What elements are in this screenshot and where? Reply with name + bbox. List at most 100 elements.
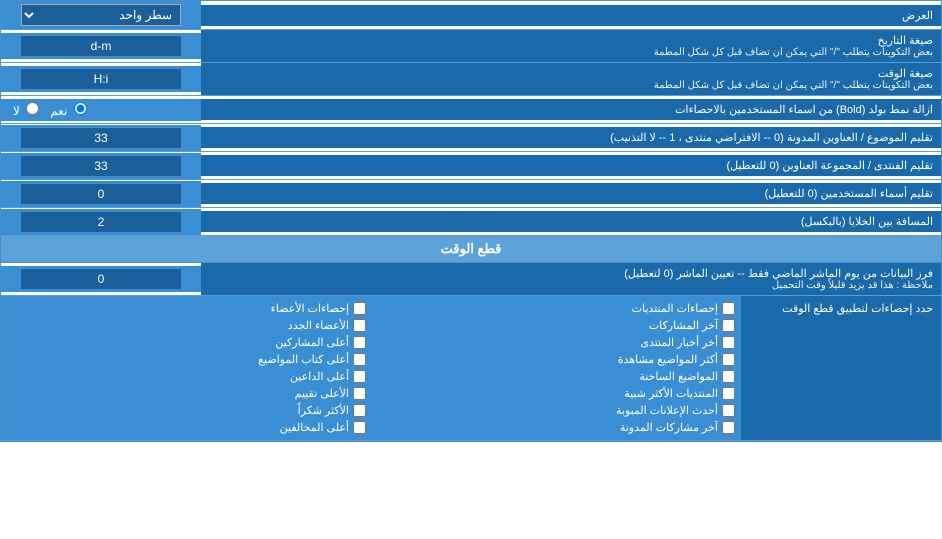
time-format-sub: بعض التكوينات يتطلب "/" التي يمكن ان تضا… [209, 80, 933, 91]
display-select[interactable]: سطر واحد سطرين ثلاثة أسطر [21, 4, 181, 26]
date-format-row: صيغة التاريخ بعض التكوينات يتطلب "/" الت… [1, 30, 941, 63]
bold-label: ازالة نمط بولد (Bold) من اسماء المستخدمي… [201, 99, 941, 120]
users-trim-row: تقليم أسماء المستخدمين (0 للتعطيل) [1, 180, 941, 208]
checkboxes-section: حدد إحصاءات لتطبيق قطع الوقت إحصاءات الم… [1, 296, 941, 441]
list-item: أعلى المشاركين [7, 336, 366, 349]
list-item: إحصاءات المنتديات [376, 302, 735, 315]
date-format-sub: بعض التكوينات يتطلب "/" التي يمكن ان تضا… [209, 47, 933, 58]
cb-forum-news-label: أخر أخبار المنتدى [640, 336, 718, 349]
cb-blog-posts-label: آخر مشاركات المدونة [620, 421, 718, 434]
cell-spacing-input-area [1, 209, 201, 235]
list-item: أكثر المواضيع مشاهدة [376, 353, 735, 366]
time-format-title: صيغة الوقت [209, 67, 933, 80]
cb-top-violators[interactable] [353, 421, 366, 434]
display-row: العرض سطر واحد سطرين ثلاثة أسطر [1, 1, 941, 30]
time-format-input[interactable] [21, 69, 181, 89]
time-format-row: صيغة الوقت بعض التكوينات يتطلب "/" التي … [1, 63, 941, 96]
cb-member-stats[interactable] [353, 302, 366, 315]
bold-radio-area: نعم لا [1, 99, 201, 121]
cb-most-viewed[interactable] [722, 353, 735, 366]
list-item: آخر المشاركات [376, 319, 735, 332]
cutoff-row: فرز البيانات من يوم الماشر الماضي فقط --… [1, 263, 941, 296]
cutoff-row-text2: ملاحظة : هذا قد يزيد قليلاً وقت التحميل [209, 280, 933, 291]
cb-top-inviters-label: أعلى الداعين [290, 370, 349, 383]
display-label: العرض [201, 5, 941, 26]
cb-forum-news[interactable] [722, 336, 735, 349]
checkboxes-col2: إحصاءات الأعضاء الأعضاء الجدد أعلى المشا… [7, 302, 366, 434]
time-format-input-area [1, 66, 201, 92]
time-format-label: صيغة الوقت بعض التكوينات يتطلب "/" التي … [201, 63, 941, 95]
checkboxes-area: إحصاءات المنتديات آخر المشاركات أخر أخبا… [1, 296, 741, 440]
topic-trim-input[interactable] [21, 128, 181, 148]
bold-no-radio[interactable] [26, 102, 39, 115]
date-format-label: صيغة التاريخ بعض التكوينات يتطلب "/" الت… [201, 30, 941, 62]
list-item: الأعلى تقييم [7, 387, 366, 400]
cb-most-thanked[interactable] [353, 404, 366, 417]
bold-yes-radio[interactable] [74, 102, 87, 115]
cell-spacing-input[interactable] [21, 212, 181, 232]
list-item: الأعضاء الجدد [7, 319, 366, 332]
cb-hot-topics[interactable] [722, 370, 735, 383]
users-trim-label: تقليم أسماء المستخدمين (0 للتعطيل) [201, 183, 941, 204]
cb-similar-forums[interactable] [722, 387, 735, 400]
cb-forum-stats-label: إحصاءات المنتديات [632, 302, 718, 315]
cb-classified-ads-label: أحدث الإعلانات المبوبة [616, 404, 718, 417]
cb-last-posts-label: آخر المشاركات [649, 319, 718, 332]
users-trim-input[interactable] [21, 184, 181, 204]
cb-classified-ads[interactable] [722, 404, 735, 417]
date-format-title: صيغة التاريخ [209, 34, 933, 47]
list-item: المنتديات الأكثر شبية [376, 387, 735, 400]
cb-top-inviters[interactable] [353, 370, 366, 383]
cb-member-stats-label: إحصاءات الأعضاء [271, 302, 349, 315]
list-item: أعلى كتاب المواضيع [7, 353, 366, 366]
cb-top-rated-label: الأعلى تقييم [295, 387, 349, 400]
users-trim-input-area [1, 181, 201, 207]
main-container: العرض سطر واحد سطرين ثلاثة أسطر صيغة الت… [0, 0, 942, 442]
cell-spacing-label: المسافة بين الخلايا (بالبكسل) [201, 211, 941, 232]
bold-yes-text: نعم [50, 104, 67, 118]
cb-top-topic-writers-label: أعلى كتاب المواضيع [258, 353, 349, 366]
date-format-input[interactable] [21, 36, 181, 56]
display-dropdown-area: سطر واحد سطرين ثلاثة أسطر [1, 1, 201, 29]
date-format-input-area [1, 33, 201, 59]
topic-trim-row: تقليم الموضوع / العناوين المدونة (0 -- ا… [1, 124, 941, 152]
cb-new-members[interactable] [353, 319, 366, 332]
bold-yes-label: نعم [50, 102, 89, 118]
bold-no-text: لا [13, 104, 20, 118]
cell-spacing-row: المسافة بين الخلايا (بالبكسل) [1, 208, 941, 236]
cb-new-members-label: الأعضاء الجدد [288, 319, 349, 332]
bold-row: ازالة نمط بولد (Bold) من اسماء المستخدمي… [1, 96, 941, 124]
cutoff-row-label: فرز البيانات من يوم الماشر الماضي فقط --… [201, 263, 941, 295]
cb-hot-topics-label: المواضيع الساخنة [639, 370, 718, 383]
cutoff-section-header: قطع الوقت [1, 236, 941, 263]
topic-trim-input-area [1, 125, 201, 151]
forum-trim-row: تقليم الفنتدى / المجموعة العناوين (0 للت… [1, 152, 941, 180]
list-item: أعلى الداعين [7, 370, 366, 383]
cutoff-input-area [1, 266, 201, 292]
cb-similar-forums-label: المنتديات الأكثر شبية [624, 387, 718, 400]
forum-trim-input-area [1, 153, 201, 179]
topic-trim-label: تقليم الموضوع / العناوين المدونة (0 -- ا… [201, 127, 941, 148]
cb-blog-posts[interactable] [722, 421, 735, 434]
list-item: المواضيع الساخنة [376, 370, 735, 383]
cutoff-input[interactable] [21, 269, 181, 289]
list-item: أعلى المخالفين [7, 421, 366, 434]
cb-top-posters[interactable] [353, 336, 366, 349]
cb-most-viewed-label: أكثر المواضيع مشاهدة [618, 353, 718, 366]
bold-no-label: لا [13, 102, 42, 118]
checkboxes-col1: إحصاءات المنتديات آخر المشاركات أخر أخبا… [376, 302, 735, 434]
list-item: أحدث الإعلانات المبوبة [376, 404, 735, 417]
forum-trim-input[interactable] [21, 156, 181, 176]
list-item: الأكثر شكراً [7, 404, 366, 417]
cb-forum-stats[interactable] [722, 302, 735, 315]
cb-top-topic-writers[interactable] [353, 353, 366, 366]
cb-most-thanked-label: الأكثر شكراً [298, 404, 349, 417]
cb-top-posters-label: أعلى المشاركين [275, 336, 349, 349]
list-item: إحصاءات الأعضاء [7, 302, 366, 315]
cutoff-row-text1: فرز البيانات من يوم الماشر الماضي فقط --… [209, 267, 933, 280]
cb-last-posts[interactable] [722, 319, 735, 332]
cb-top-rated[interactable] [353, 387, 366, 400]
checkboxes-section-label: حدد إحصاءات لتطبيق قطع الوقت [741, 296, 941, 440]
forum-trim-label: تقليم الفنتدى / المجموعة العناوين (0 للت… [201, 155, 941, 176]
cb-top-violators-label: أعلى المخالفين [280, 421, 349, 434]
